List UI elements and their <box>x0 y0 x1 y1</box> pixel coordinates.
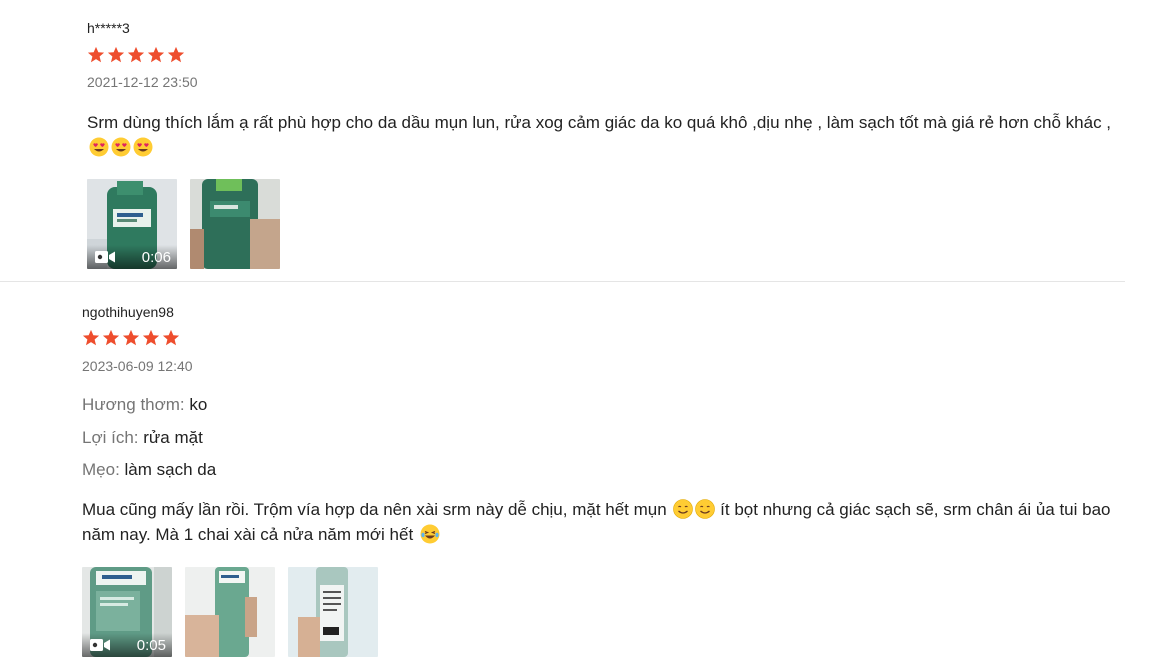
video-duration: 0:06 <box>141 248 171 266</box>
video-overlay: 0:06 <box>87 245 177 269</box>
smiling-emoji-icon <box>673 499 694 519</box>
review-date: 2021-12-12 23:50 <box>87 74 198 90</box>
reviewer-username: ngothihuyen98 <box>82 304 174 320</box>
review-attribute-scent: Hương thơm: ko <box>82 394 207 416</box>
star-icon <box>82 329 100 346</box>
heart-eyes-emoji-icon <box>111 137 131 157</box>
review-image-thumbnail[interactable] <box>190 179 280 269</box>
laughing-tears-emoji-icon <box>420 524 440 544</box>
product-bottle-photo <box>185 567 275 657</box>
star-icon <box>122 329 140 346</box>
review-media-list: 0:06 <box>87 179 280 269</box>
review-item: h*****3 2021-12-12 23:50 Srm dùng thích … <box>0 0 1125 282</box>
review-text-content: Srm dùng thích lắm ạ rất phù hợp cho da … <box>87 113 1112 132</box>
review-text-content: Mua cũng mấy lần rồi. Trộm vía hợp da nê… <box>82 500 667 519</box>
reviewer-username: h*****3 <box>87 20 130 36</box>
video-duration: 0:05 <box>136 636 166 654</box>
attribute-value: làm sạch da <box>124 460 217 479</box>
rating-stars <box>87 46 185 64</box>
star-icon <box>87 46 105 63</box>
review-video-thumbnail[interactable]: 0:05 <box>82 567 172 657</box>
product-bottle-photo <box>288 567 378 657</box>
attribute-label: Mẹo: <box>82 460 120 479</box>
star-icon <box>162 329 180 346</box>
star-icon <box>107 46 125 63</box>
video-camera-icon <box>90 639 110 651</box>
star-icon <box>102 329 120 346</box>
video-overlay: 0:05 <box>82 633 172 657</box>
star-icon <box>147 46 165 63</box>
product-bottle-photo <box>190 179 280 269</box>
review-item: ngothihuyen98 2023-06-09 12:40 Hương thơ… <box>0 281 1125 666</box>
review-text: Srm dùng thích lắm ạ rất phù hợp cho da … <box>87 110 1122 160</box>
attribute-value: ko <box>189 395 208 414</box>
review-video-thumbnail[interactable]: 0:06 <box>87 179 177 269</box>
rating-stars <box>82 329 180 347</box>
heart-eyes-emoji-icon <box>89 137 109 157</box>
review-text: Mua cũng mấy lần rồi. Trộm vía hợp da nê… <box>82 497 1122 547</box>
attribute-value: rửa mặt <box>143 428 203 447</box>
star-icon <box>127 46 145 63</box>
video-camera-icon <box>95 251 115 263</box>
review-image-thumbnail[interactable] <box>185 567 275 657</box>
star-icon <box>167 46 185 63</box>
heart-eyes-emoji-icon <box>133 137 153 157</box>
review-date: 2023-06-09 12:40 <box>82 358 193 374</box>
review-attribute-benefit: Lợi ích: rửa mặt <box>82 427 203 449</box>
review-image-thumbnail[interactable] <box>288 567 378 657</box>
review-media-list: 0:05 <box>82 567 378 657</box>
review-attribute-tip: Mẹo: làm sạch da <box>82 459 216 481</box>
attribute-label: Lợi ích: <box>82 428 139 447</box>
star-icon <box>142 329 160 346</box>
smiling-emoji-icon <box>695 499 716 519</box>
attribute-label: Hương thơm: <box>82 395 185 414</box>
